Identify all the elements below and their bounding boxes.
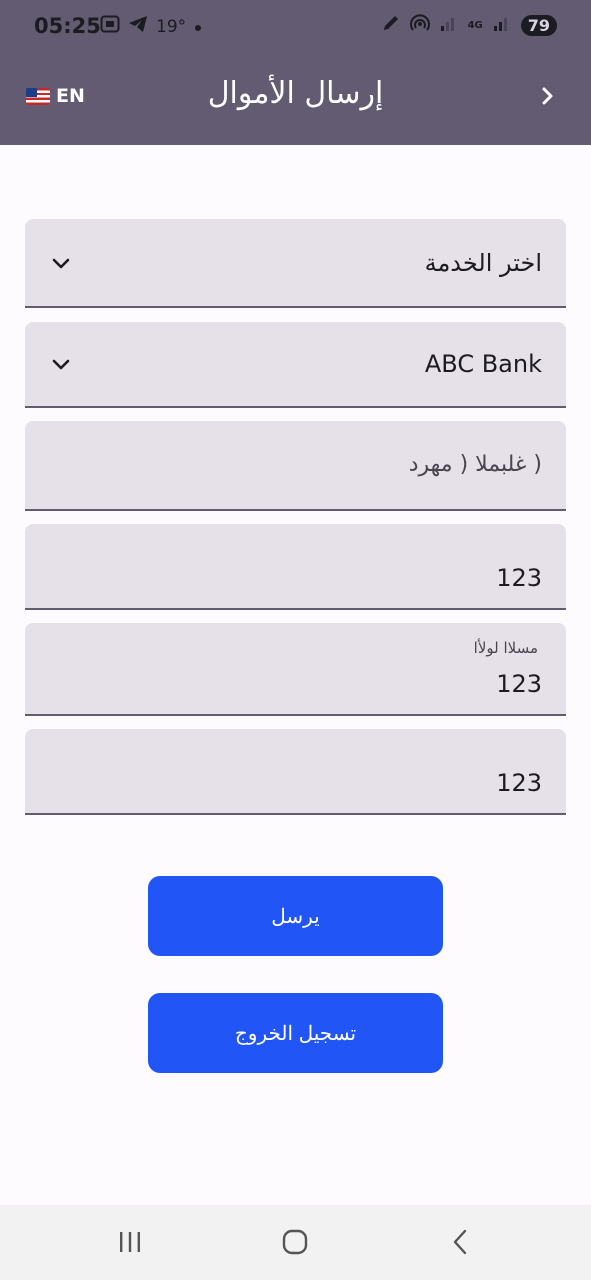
input-field-5[interactable]: مسلاا لولأا 123 [25,623,566,716]
hotspot-icon [409,14,430,36]
dot-icon [194,17,202,37]
input-field-4-value: 123 [496,564,542,592]
input-field-5-value: 123 [496,670,542,698]
send-button[interactable]: يرسل [148,876,443,956]
battery-icon: 79 [520,14,557,36]
status-icons-left: 19° [100,15,202,38]
status-bar: 05:25 19° 4G 79 [0,0,591,56]
chevron-down-icon [49,251,73,275]
signal-icon [440,15,458,35]
back-nav-button[interactable] [446,1229,476,1259]
home-button[interactable] [280,1229,310,1259]
amount-field-placeholder: ( غلبملا ( مهرد [408,452,542,477]
chevron-right-icon [537,86,557,110]
service-dropdown-value: اختر الخدمة [424,249,542,277]
signal-icon [493,15,511,35]
pen-icon [382,14,400,36]
back-icon [449,1228,473,1260]
back-button[interactable] [529,80,565,116]
page-title: إرسال الأموال [207,76,384,111]
bank-dropdown[interactable]: ABC Bank [25,322,566,408]
service-dropdown[interactable]: اختر الخدمة [25,219,566,308]
input-field-4[interactable]: 123 [25,524,566,610]
logout-button[interactable]: تسجيل الخروج [148,993,443,1073]
input-field-6-value: 123 [496,769,542,797]
network-type: 4G [467,19,483,31]
system-nav-bar [0,1205,591,1280]
recent-apps-button[interactable] [115,1229,145,1259]
status-icons-right: 4G 79 [382,14,557,36]
input-field-6[interactable]: 123 [25,729,566,815]
recent-apps-icon [117,1230,143,1258]
telegram-icon [128,15,148,38]
input-field-5-label: مسلاا لولأا [473,639,538,657]
app-bar: EN إرسال الأموال [0,56,591,145]
chevron-down-icon [49,352,73,376]
screenshot-icon [100,15,120,38]
status-time: 05:25 [34,14,101,38]
home-icon [281,1228,309,1260]
amount-field[interactable]: ( غلبملا ( مهرد [25,421,566,511]
temperature: 19° [156,16,187,37]
bank-dropdown-value: ABC Bank [424,350,542,378]
